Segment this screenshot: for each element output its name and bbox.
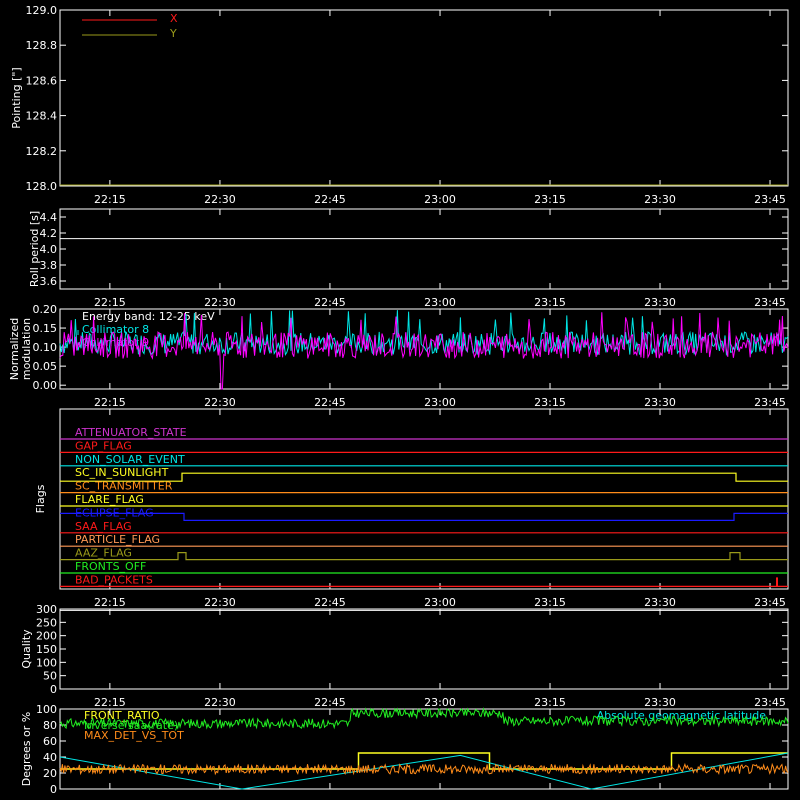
time-tick-label: 22:30 (204, 396, 236, 409)
y-tick-label: 60 (43, 735, 57, 748)
y-tick-label: 0.05 (33, 360, 58, 373)
time-tick-label: 23:15 (534, 296, 566, 309)
y-tick-label: 150 (36, 643, 57, 656)
y-tick-label: 4.0 (40, 243, 58, 256)
y-tick-label: 4.2 (40, 227, 58, 240)
time-tick-label: 23:45 (754, 596, 786, 609)
time-tick-label: 23:00 (424, 396, 456, 409)
y-tick-label: 40 (43, 751, 57, 764)
flag-label: GAP_FLAG (75, 439, 132, 452)
quality-ylabel: Quality (20, 629, 33, 669)
time-tick-label: 22:15 (94, 193, 126, 206)
time-tick-label: 22:30 (204, 696, 236, 709)
y-tick-label: 50 (43, 670, 57, 683)
time-tick-label: 23:45 (754, 193, 786, 206)
y-tick-label: 128.0 (26, 180, 58, 193)
legend-y-label: Y (169, 27, 177, 40)
flag-label: SAA_FLAG (75, 520, 132, 533)
time-tick-label: 23:00 (424, 696, 456, 709)
time-tick-label: 22:30 (204, 296, 236, 309)
time-tick-label: 22:30 (204, 596, 236, 609)
flag-label: FRONTS_OFF (75, 560, 146, 573)
time-tick-label: 23:30 (644, 193, 676, 206)
flag-label: PARTICLE_FLAG (75, 533, 160, 546)
legend-x-label: X (170, 12, 178, 25)
y-tick-label: 0 (50, 683, 57, 696)
legend-max-det: MAX_DET_VS_TOT (84, 729, 184, 742)
y-tick-label: 100 (36, 703, 57, 716)
time-tick-label: 22:15 (94, 396, 126, 409)
y-tick-label: 128.4 (26, 110, 58, 123)
y-tick-label: 200 (36, 630, 57, 643)
y-tick-label: 250 (36, 616, 57, 629)
y-tick-label: 4.4 (40, 211, 58, 224)
time-tick-label: 23:00 (424, 296, 456, 309)
flag-label: FLARE_FLAG (75, 493, 144, 506)
y-tick-label: 128.8 (26, 39, 58, 52)
time-tick-label: 23:30 (644, 296, 676, 309)
time-tick-label: 22:45 (314, 596, 346, 609)
y-tick-label: 0.15 (33, 322, 58, 335)
modulation-ylabel-line2: modulation (20, 318, 33, 380)
y-tick-label: 128.2 (26, 145, 58, 158)
front-ratio-ylabel: Degrees or % (20, 712, 33, 786)
pointing-ylabel: Pointing ["] (10, 67, 23, 128)
time-tick-label: 23:30 (644, 396, 676, 409)
time-tick-label: 23:15 (534, 596, 566, 609)
y-tick-label: 3.8 (40, 259, 58, 272)
time-tick-label: 23:15 (534, 396, 566, 409)
y-tick-label: 80 (43, 719, 57, 732)
y-tick-label: 300 (36, 603, 57, 616)
time-tick-label: 23:15 (534, 193, 566, 206)
legend-collimator-8: Collimator 8 (82, 323, 149, 336)
y-tick-label: 0.10 (33, 341, 58, 354)
time-tick-label: 22:15 (94, 296, 126, 309)
y-tick-label: 20 (43, 767, 57, 780)
time-tick-label: 23:30 (644, 696, 676, 709)
y-tick-label: 128.6 (26, 74, 58, 87)
time-tick-label: 22:15 (94, 696, 126, 709)
time-tick-label: 23:45 (754, 696, 786, 709)
flag-label: NON_SOLAR_EVENT (75, 453, 185, 466)
y-tick-label: 129.0 (26, 4, 58, 17)
flag-label: AAZ_FLAG (75, 547, 132, 560)
time-tick-label: 22:45 (314, 296, 346, 309)
y-tick-label: 0.00 (33, 379, 58, 392)
time-tick-label: 22:45 (314, 396, 346, 409)
flag-label: SC_IN_SUNLIGHT (75, 466, 169, 479)
flags-ylabel: Flags (34, 484, 47, 513)
time-tick-label: 22:15 (94, 596, 126, 609)
time-tick-label: 23:00 (424, 596, 456, 609)
time-tick-label: 22:45 (314, 193, 346, 206)
y-tick-label: 0.20 (33, 303, 58, 316)
y-tick-label: 3.6 (40, 275, 58, 288)
flag-label: SC_TRANSMITTER (75, 480, 173, 493)
flag-label: ATTENUATOR_STATE (75, 426, 187, 439)
y-tick-label: 100 (36, 656, 57, 669)
time-tick-label: 23:45 (754, 296, 786, 309)
time-tick-label: 22:45 (314, 696, 346, 709)
observation-summary-plot: Pointing ["] X Y Roll period [s] Normali… (0, 0, 800, 800)
time-tick-label: 23:15 (534, 696, 566, 709)
time-tick-label: 23:45 (754, 396, 786, 409)
flag-label: BAD_PACKETS (75, 573, 153, 586)
time-tick-label: 23:00 (424, 193, 456, 206)
y-tick-label: 0 (50, 783, 57, 796)
time-tick-label: 22:30 (204, 193, 236, 206)
time-tick-label: 23:30 (644, 596, 676, 609)
